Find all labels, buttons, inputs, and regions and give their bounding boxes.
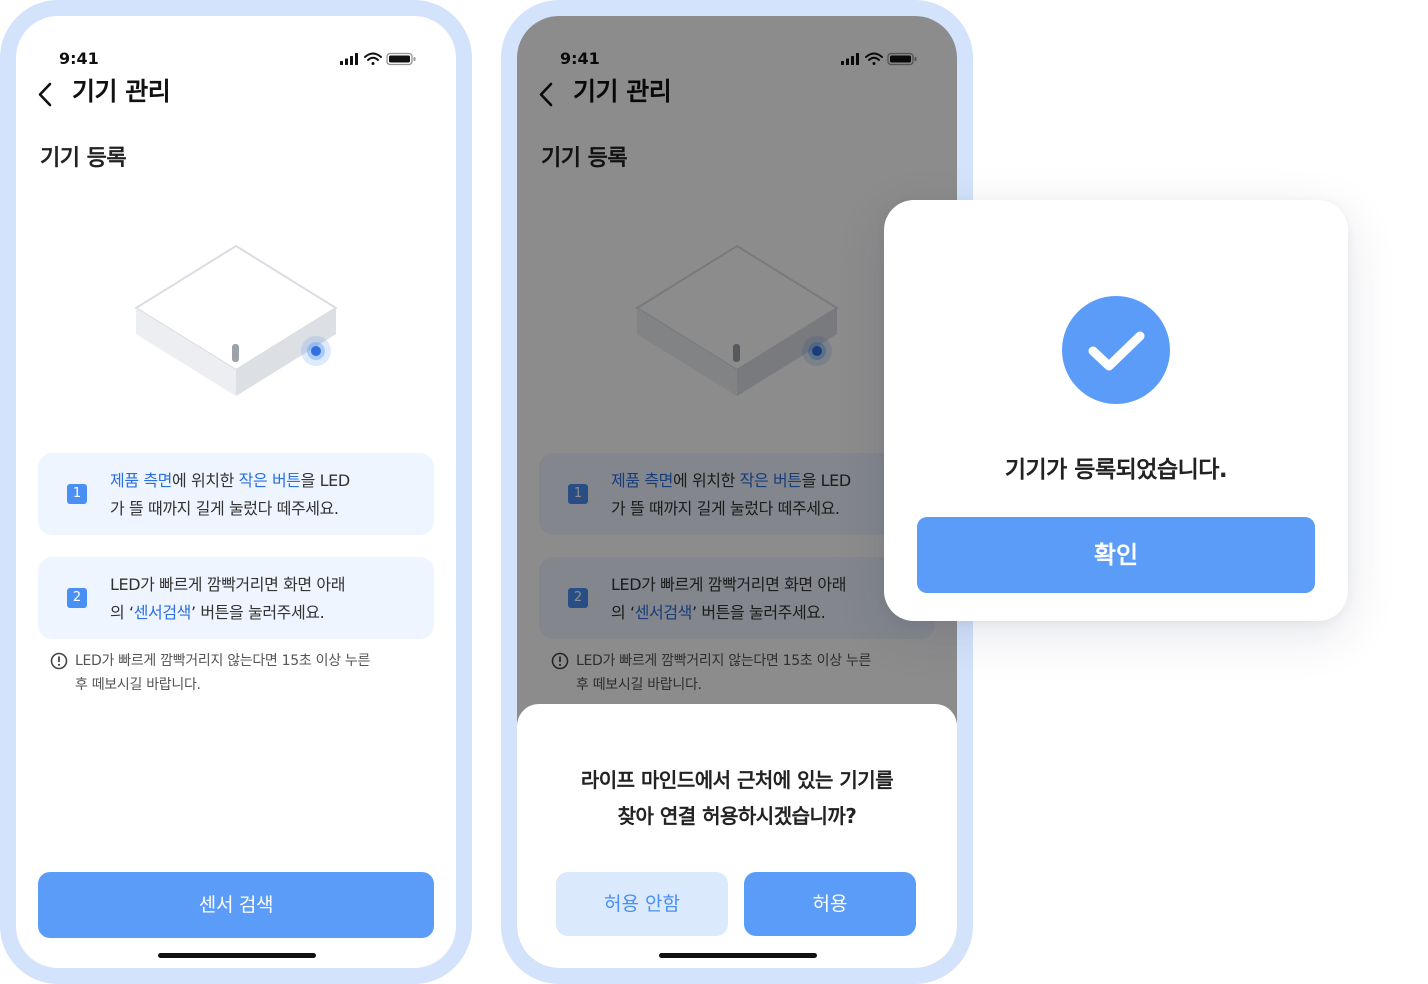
device-registration-screen: 9:41 기기 관리 기기 등록 1 제품 측면에 위치한 작은 버튼을 LED… [16, 16, 456, 968]
step-number-badge: 2 [67, 588, 87, 608]
permission-message: 라이프 마인드에서 근처에 있는 기기를 찾아 연결 허용하시겠습니까? [580, 768, 894, 828]
step-number-badge: 1 [67, 484, 87, 504]
permission-bottom-sheet: 라이프 마인드에서 근처에 있는 기기를 찾아 연결 허용하시겠습니까? 허용 … [517, 704, 957, 968]
home-indicator [158, 953, 316, 958]
wifi-icon [364, 52, 382, 65]
home-indicator [659, 953, 817, 958]
confirm-button[interactable]: 확인 [917, 517, 1315, 593]
page-title: 기기 관리 [72, 77, 171, 106]
step-1-highlight-side: 제품 측면 [110, 471, 172, 490]
step-2-text: LED가 빠르게 깜빡거리면 화면 아래 의 ‘센서검색’ 버튼을 눌러주세요. [110, 575, 346, 622]
sensor-device-illustration [134, 244, 338, 396]
deny-button[interactable]: 허용 안함 [556, 872, 728, 936]
instruction-step-2: 2 LED가 빠르게 깜빡거리면 화면 아래 의 ‘센서검색’ 버튼을 눌러주세… [38, 557, 434, 639]
status-time: 9:41 [59, 49, 99, 68]
phone-frame-device-registration: 9:41 기기 관리 기기 등록 1 제품 측면에 위치한 작은 버튼을 LED… [0, 0, 472, 984]
chevron-left-icon[interactable] [34, 76, 74, 116]
status-icons [340, 52, 416, 66]
info-circle-icon [50, 652, 68, 670]
step-2-highlight: 센서검색 [133, 603, 192, 622]
success-message: 기기가 등록되었습니다. [1004, 457, 1228, 483]
step-1-text: 제품 측면에 위치한 작은 버튼을 LED 가 뜰 때까지 길게 눌렀다 떼주세… [110, 471, 350, 518]
signal-icon [340, 53, 358, 65]
success-modal: 기기가 등록되었습니다. 확인 [884, 200, 1348, 621]
battery-icon [386, 52, 416, 66]
search-sensor-button[interactable]: 센서 검색 [38, 872, 434, 938]
check-circle-icon [1062, 296, 1170, 404]
allow-button[interactable]: 허용 [744, 872, 916, 936]
section-title: 기기 등록 [40, 146, 127, 171]
step-1-highlight-button: 작은 버튼 [238, 471, 301, 490]
instruction-step-1: 1 제품 측면에 위치한 작은 버튼을 LED 가 뜰 때까지 길게 눌렀다 떼… [38, 453, 434, 535]
